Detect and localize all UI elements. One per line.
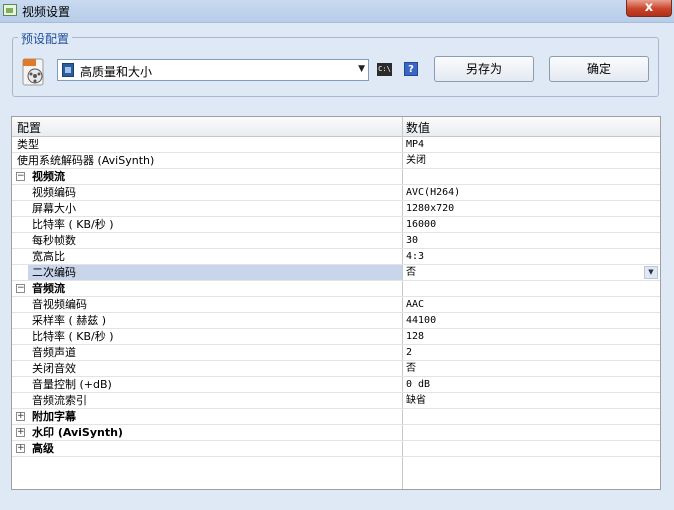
column-header-config: 配置 (17, 121, 42, 135)
close-icon: x (644, 0, 654, 15)
row-key: 使用系统解码器 (AviSynth) (17, 154, 155, 167)
row-value[interactable]: AVC(H264) (406, 185, 460, 200)
ok-button[interactable]: 确定 (549, 56, 649, 82)
grid-row[interactable]: 使用系统解码器 (AviSynth) 关闭 (12, 153, 660, 169)
preset-select[interactable]: 高质量和大小 ▼ (57, 59, 369, 81)
row-key: 关闭音效 (32, 362, 76, 375)
save-as-button[interactable]: 另存为 (434, 56, 534, 82)
grid-header: 配置 数值 (12, 117, 660, 137)
row-key: 屏幕大小 (32, 202, 76, 215)
dropdown-arrow-icon[interactable]: ▼ (644, 266, 658, 279)
expand-icon[interactable]: + (16, 428, 25, 437)
row-value[interactable]: AAC (406, 297, 424, 312)
close-button[interactable]: x (626, 0, 672, 17)
section-label: 高级 (32, 442, 54, 455)
grid-row[interactable]: 音视频编码 AAC (12, 297, 660, 313)
grid-row[interactable]: 比特率 ( KB/秒 ) 16000 (12, 217, 660, 233)
row-value[interactable]: 16000 (406, 217, 436, 232)
row-value[interactable]: 30 (406, 233, 418, 248)
grid-row[interactable]: 类型 MP4 (12, 137, 660, 153)
row-value[interactable]: 否 (406, 265, 416, 280)
title-bar: 视频设置 x (0, 0, 674, 23)
grid-row[interactable]: 视频编码 AVC(H264) (12, 185, 660, 201)
preset-select-value: 高质量和大小 (80, 65, 153, 79)
section-label: 视频流 (32, 170, 65, 183)
section-label: 附加字幕 (32, 410, 76, 423)
row-key: 音频流索引 (32, 394, 87, 407)
grid-row[interactable]: 比特率 ( KB/秒 ) 128 (12, 329, 660, 345)
preset-group-label: 预设配置 (18, 30, 73, 47)
window-title: 视频设置 (22, 5, 71, 19)
row-key: 二次编码 (32, 266, 76, 279)
app-icon (3, 4, 17, 16)
grid-row[interactable]: 音频声道 2 (12, 345, 660, 361)
collapse-icon[interactable]: − (16, 284, 25, 293)
row-value[interactable]: 4:3 (406, 249, 424, 264)
row-key: 音量控制 (+dB) (32, 378, 112, 391)
collapse-icon[interactable]: − (16, 172, 25, 181)
expand-icon[interactable]: + (16, 444, 25, 453)
section-label: 音频流 (32, 282, 65, 295)
row-value[interactable]: 否 (406, 361, 416, 376)
row-value[interactable]: 2 (406, 345, 412, 360)
property-grid: 配置 数值 类型 MP4 使用系统解码器 (AviSynth) 关闭 − 视频流… (11, 116, 661, 490)
film-icon (62, 63, 74, 77)
help-icon[interactable]: ? (404, 62, 418, 76)
row-key: 采样率 ( 赫兹 ) (32, 314, 107, 327)
row-key: 宽高比 (32, 250, 65, 263)
grid-row[interactable]: 音量控制 (+dB) 0 dB (12, 377, 660, 393)
row-key: 每秒帧数 (32, 234, 76, 247)
grid-row-selected[interactable]: 二次编码 否 ▼ (12, 265, 660, 281)
section-subtitles[interactable]: + 附加字幕 (12, 409, 660, 425)
section-audio-stream[interactable]: − 音频流 (12, 281, 660, 297)
mp4-file-icon (22, 58, 44, 86)
section-advanced[interactable]: + 高级 (12, 441, 660, 457)
grid-row[interactable]: 关闭音效 否 (12, 361, 660, 377)
section-video-stream[interactable]: − 视频流 (12, 169, 660, 185)
grid-row[interactable]: 宽高比 4:3 (12, 249, 660, 265)
row-key: 音频声道 (32, 346, 76, 359)
chevron-down-icon: ▼ (358, 64, 365, 74)
grid-row[interactable]: 采样率 ( 赫兹 ) 44100 (12, 313, 660, 329)
grid-row[interactable]: 每秒帧数 30 (12, 233, 660, 249)
grid-row[interactable]: 音频流索引 缺省 (12, 393, 660, 409)
row-value[interactable]: 关闭 (406, 153, 426, 168)
row-value[interactable]: 1280x720 (406, 201, 454, 216)
row-key: 比特率 ( KB/秒 ) (32, 330, 114, 343)
row-value[interactable]: MP4 (406, 137, 424, 152)
row-key: 比特率 ( KB/秒 ) (32, 218, 114, 231)
row-value[interactable]: 缺省 (406, 393, 426, 408)
grid-row[interactable]: 屏幕大小 1280x720 (12, 201, 660, 217)
selection-highlight (28, 265, 402, 280)
row-value[interactable]: 44100 (406, 313, 436, 328)
command-line-icon[interactable]: C:\ (377, 63, 392, 76)
row-key: 音视频编码 (32, 298, 87, 311)
column-header-value: 数值 (406, 121, 431, 135)
row-key: 类型 (17, 138, 39, 151)
row-value[interactable]: 0 dB (406, 377, 430, 392)
section-label: 水印 (AviSynth) (32, 426, 123, 439)
row-value[interactable]: 128 (406, 329, 424, 344)
row-key: 视频编码 (32, 186, 76, 199)
expand-icon[interactable]: + (16, 412, 25, 421)
section-watermark[interactable]: + 水印 (AviSynth) (12, 425, 660, 441)
